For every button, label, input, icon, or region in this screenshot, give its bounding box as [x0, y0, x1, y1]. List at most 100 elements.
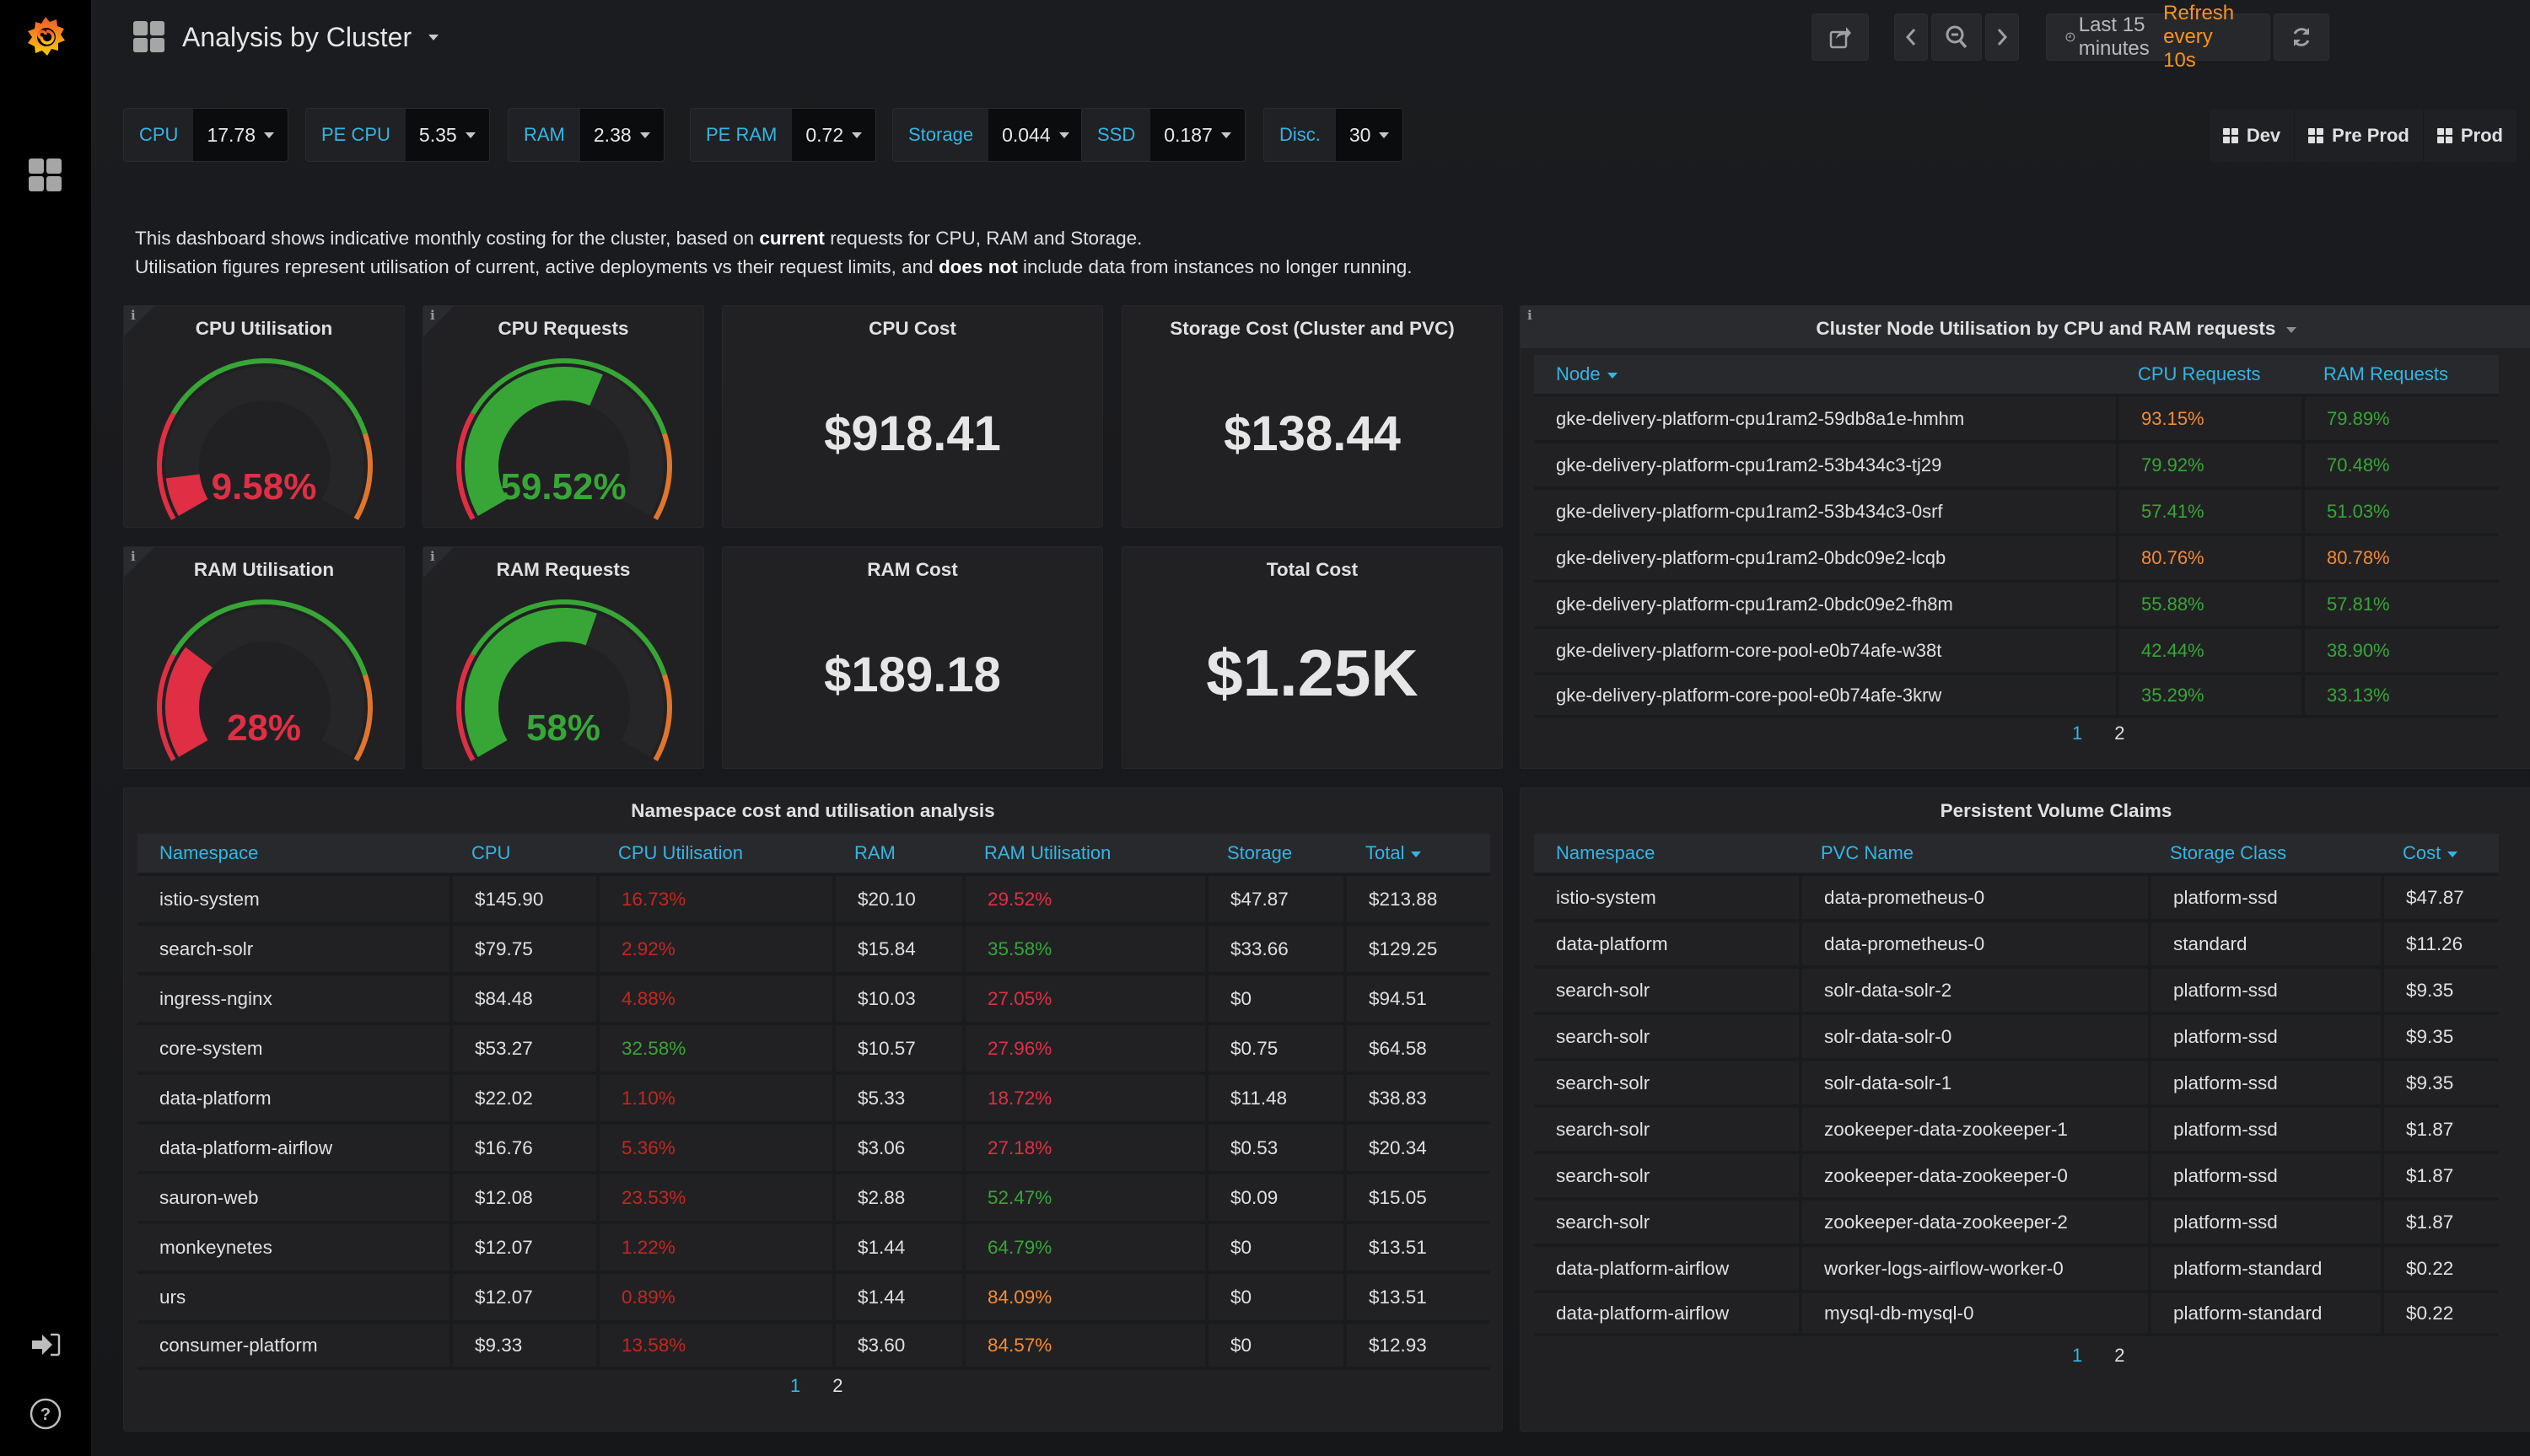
page-1-button[interactable]: 1	[2072, 1345, 2082, 1367]
panel-title-menu[interactable]: Cluster Node Utilisation by CPU and RAM …	[1521, 318, 2530, 340]
panel-title: Total Cost	[1266, 559, 1359, 580]
storage-cost-cell: $0.09	[1205, 1171, 1343, 1221]
link-dev[interactable]: Dev	[2209, 110, 2296, 162]
sort-desc-icon	[2447, 851, 2458, 857]
gauge-value: 28%	[226, 707, 302, 749]
page-2-button[interactable]: 2	[832, 1375, 842, 1397]
link-pre-prod[interactable]: Pre Prod	[2295, 110, 2424, 162]
table-row: data-platform-airflow worker-logs-airflow…	[1534, 1244, 2499, 1290]
cpu-requests-cell: 57.41%	[2116, 486, 2301, 533]
sort-desc-icon	[1411, 851, 1422, 857]
dashboard-description: This dashboard shows indicative monthly …	[135, 224, 1412, 282]
gauge-value: 59.52%	[500, 466, 627, 508]
column-header-ram-requests[interactable]: RAM Requests	[2301, 355, 2499, 394]
cost-cell: $1.87	[2381, 1151, 2499, 1197]
page-1-button[interactable]: 1	[2072, 723, 2082, 744]
variable-value: 30	[1348, 123, 1371, 146]
variable-value-dropdown[interactable]: 0.044	[988, 109, 1083, 161]
storage-cost-cell: $0	[1205, 1320, 1343, 1370]
cpu-requests-cell: 55.88%	[2116, 579, 2301, 626]
refresh-button[interactable]	[2274, 13, 2329, 61]
stat-value: $189.18	[824, 647, 1001, 702]
dashboards-grid-icon[interactable]	[0, 157, 91, 194]
pvc-table-pagination: 12	[2072, 1345, 2125, 1367]
table-row: gke-delivery-platform-cpu1ram2-53b434c3-…	[1534, 440, 2499, 486]
variable-value-dropdown[interactable]: 0.72	[792, 109, 876, 161]
time-back-button[interactable]	[1894, 13, 1928, 61]
column-header-cpu-requests[interactable]: CPU Requests	[2116, 355, 2301, 394]
bold-text: does not	[938, 256, 1018, 277]
column-header-storage-class[interactable]: Storage Class	[2148, 834, 2381, 873]
text: Utilisation figures represent utilisatio…	[135, 256, 939, 277]
variable-cpu: CPU 17.78	[123, 108, 289, 162]
page-2-button[interactable]: 2	[2114, 1345, 2124, 1367]
pvc-name-cell: solr-data-solr-0	[1799, 1012, 2148, 1058]
ram-utilisation-cell: 29.52%	[962, 873, 1205, 922]
table-row: monkeynetes $12.07 1.22% $1.44 64.79% $0 $13.5…	[137, 1221, 1490, 1271]
total-cost-cell: $13.51	[1343, 1221, 1490, 1271]
namespace-cell: data-platform-airflow	[1534, 1290, 1799, 1336]
text: include data from instances no longer ru…	[1017, 256, 1413, 277]
grafana-logo-icon[interactable]	[0, 12, 91, 62]
link-label: Dev	[2246, 125, 2281, 146]
column-header-total[interactable]: Total	[1343, 834, 1490, 873]
dashboard-picker[interactable]: Analysis by Cluster	[133, 15, 439, 59]
total-cost-cell: $15.05	[1343, 1171, 1490, 1221]
variable-label: PE RAM	[691, 109, 793, 161]
share-button[interactable]	[1811, 13, 1869, 61]
table-row: core-system $53.27 32.58% $10.57 27.96% $0.75…	[137, 1022, 1490, 1072]
total-cost-cell: $13.51	[1343, 1271, 1490, 1320]
column-header-cpu[interactable]: CPU	[449, 834, 596, 873]
total-cost-cell: $38.83	[1343, 1072, 1490, 1121]
column-header-cpu-utilisation[interactable]: CPU Utilisation	[596, 834, 832, 873]
help-icon[interactable]: ?	[0, 1395, 91, 1432]
ram-utilisation-cell: 84.09%	[962, 1271, 1205, 1320]
table-row: sauron-web $12.08 23.53% $2.88 52.47% $0.09 $1…	[137, 1171, 1490, 1221]
column-header-ram-utilisation[interactable]: RAM Utilisation	[962, 834, 1205, 873]
link-prod[interactable]: Prod	[2423, 110, 2517, 162]
variable-value-dropdown[interactable]: 0.187	[1150, 109, 1245, 161]
time-picker-button[interactable]: Last 15 minutes Refresh every 10s	[2046, 2, 2270, 72]
variable-value-dropdown[interactable]: 5.35	[405, 109, 489, 161]
description-line-1: This dashboard shows indicative monthly …	[135, 224, 1412, 253]
zoom-out-button[interactable]	[1931, 13, 1982, 61]
namespace-cell: search-solr	[1534, 965, 1799, 1012]
column-header-ram[interactable]: RAM	[832, 834, 962, 873]
total-cost-cell: $12.93	[1343, 1320, 1490, 1370]
time-forward-button[interactable]	[1985, 13, 2019, 61]
variable-value-dropdown[interactable]: 2.38	[579, 109, 664, 161]
variable-value-dropdown[interactable]: 30	[1335, 109, 1403, 161]
namespace-cell: istio-system	[137, 873, 449, 922]
namespace-cell: search-solr	[1534, 1012, 1799, 1058]
table-row: search-solr solr-data-solr-1 platform-ssd $…	[1534, 1058, 2499, 1104]
chevron-down-icon	[1058, 132, 1069, 138]
namespace-cell: consumer-platform	[137, 1320, 449, 1370]
table-row: search-solr zookeeper-data-zookeeper-1 pla…	[1534, 1104, 2499, 1151]
link-label: Pre Prod	[2332, 125, 2409, 146]
variable-pe-cpu: PE CPU 5.35	[305, 108, 490, 162]
panel-title: Storage Cost (Cluster and PVC)	[1170, 318, 1455, 339]
text: requests for CPU, RAM and Storage.	[824, 228, 1143, 249]
column-header-cost[interactable]: Cost	[2381, 834, 2499, 873]
variable-value-dropdown[interactable]: 17.78	[193, 109, 288, 161]
ram-utilisation-cell: 35.58%	[962, 922, 1205, 972]
cpu-cost-cell: $79.75	[449, 922, 596, 972]
header-label: Total	[1365, 842, 1405, 863]
ram-cost-cell: $20.10	[832, 873, 962, 922]
column-header-pvc-name[interactable]: PVC Name	[1799, 834, 2148, 873]
column-header-namespace[interactable]: Namespace	[137, 834, 449, 873]
header-label: Storage	[1227, 842, 1293, 863]
cpu-cost-cell: $9.33	[449, 1320, 596, 1370]
variable-label: RAM	[509, 109, 580, 161]
page-1-button[interactable]: 1	[790, 1375, 800, 1397]
sign-in-icon[interactable]	[0, 1328, 91, 1362]
column-header-storage[interactable]: Storage	[1205, 834, 1343, 873]
cpu-requests-cell: 93.15%	[2116, 394, 2301, 440]
storage-class-cell: platform-standard	[2148, 1244, 2381, 1290]
page-2-button[interactable]: 2	[2114, 723, 2124, 744]
column-header-node[interactable]: Node	[1534, 355, 2116, 394]
column-header-namespace[interactable]: Namespace	[1534, 834, 1799, 873]
cost-cell: $0.22	[2381, 1290, 2499, 1336]
storage-class-cell: platform-ssd	[2148, 1151, 2381, 1197]
cpu-utilisation-cell: 23.53%	[596, 1171, 832, 1221]
